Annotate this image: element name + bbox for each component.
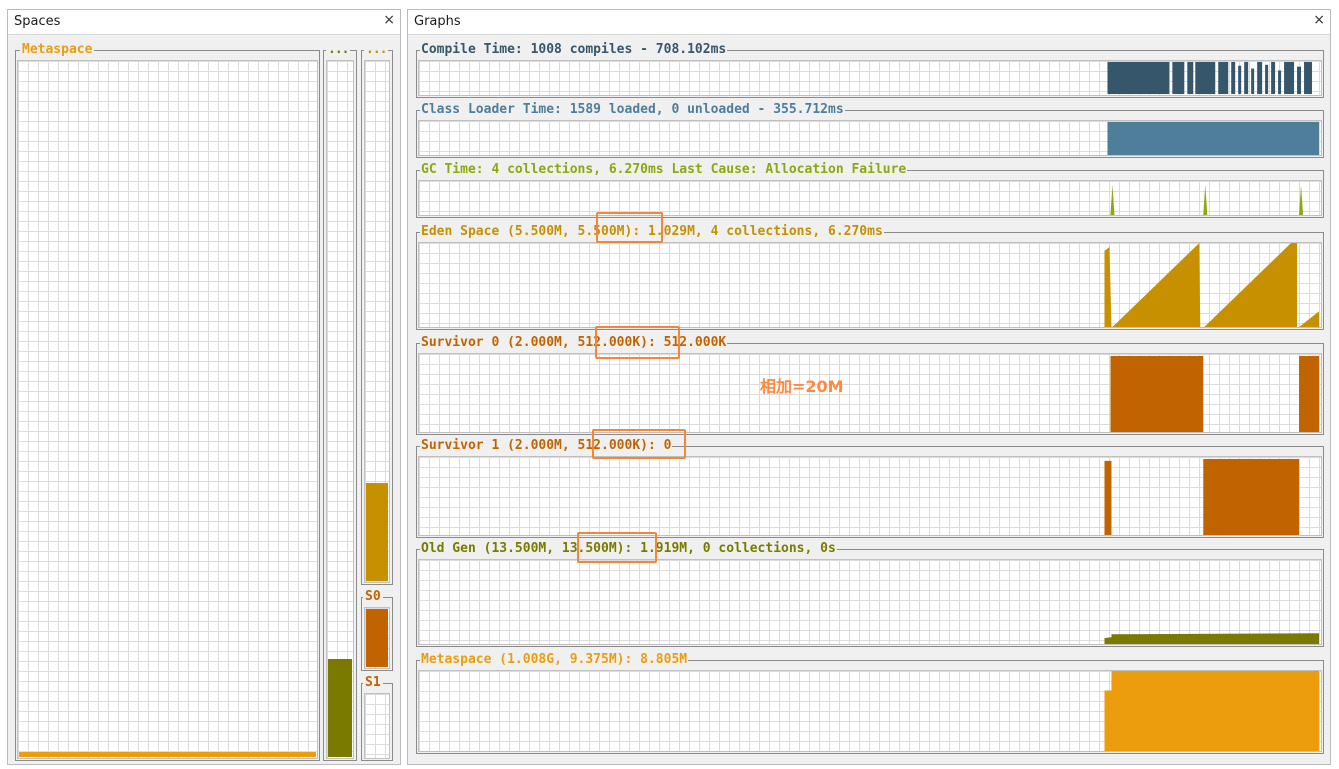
s0-space-frame: S0 — [361, 589, 393, 671]
metaspace-graph-label: Metaspace (1.008G, 9.375M): 8.805M — [420, 652, 689, 668]
class-loader-label: Class Loader Time: 1589 loaded, 0 unload… — [420, 102, 845, 118]
survivor-0-plot — [1110, 355, 1320, 432]
s1-space-label: S1 — [363, 675, 383, 691]
close-icon[interactable]: × — [1313, 12, 1325, 28]
class-loader-graph: Class Loader Time: 1589 loaded, 0 unload… — [416, 102, 1324, 158]
eden-space-frame: ... — [361, 42, 393, 585]
s0-space-grid — [364, 607, 390, 669]
eden-space-graph: Eden Space (5.500M, 5.500M): 1.029M, 4 c… — [416, 224, 1324, 330]
old-gen-plot — [1104, 633, 1320, 644]
s0-space-fill — [366, 609, 388, 667]
eden-capacity-highlight — [596, 212, 663, 243]
compile-time-graph: Compile Time: 1008 compiles - 708.102ms — [416, 42, 1324, 98]
compile-time-grid — [418, 60, 1322, 96]
survivor-1-graph: Survivor 1 (2.000M, 512.000K): 0 — [416, 438, 1324, 538]
eden-space-label: ... — [364, 42, 389, 58]
spaces-title: Spaces — [14, 14, 61, 29]
sum-annotation: 相加=20M — [760, 377, 844, 396]
survivor-1-grid — [418, 456, 1322, 536]
metaspace-graph: Metaspace (1.008G, 9.375M): 8.805M — [416, 652, 1324, 754]
spaces-panel: Spaces × Metaspace ... ... S0 S1 — [7, 9, 401, 765]
old-gen-space-label: ... — [326, 42, 351, 58]
old-gen-space-fill — [328, 659, 352, 757]
old-gen-graph: Old Gen (13.500M, 13.500M): 1.919M, 0 co… — [416, 541, 1324, 647]
graphs-title: Graphs — [414, 14, 461, 29]
eden-space-fill — [366, 483, 388, 581]
old-gen-space-grid — [326, 60, 354, 759]
metaspace-plot — [1104, 671, 1320, 751]
old-gen-grid — [418, 559, 1322, 645]
s1-space-frame: S1 — [361, 675, 393, 761]
metaspace-space-frame: Metaspace — [15, 42, 320, 761]
metaspace-grid — [418, 670, 1322, 752]
compile-time-label: Compile Time: 1008 compiles - 708.102ms — [420, 42, 728, 58]
survivor-0-capacity-highlight — [595, 326, 680, 359]
survivor-1-capacity-highlight — [592, 429, 686, 459]
compile-time-plot — [1107, 61, 1313, 95]
class-loader-plot — [1107, 121, 1320, 155]
old-gen-capacity-highlight — [577, 532, 657, 563]
survivor-0-graph: Survivor 0 (2.000M, 512.000K): 512.000K — [416, 335, 1324, 435]
gc-time-graph: GC Time: 4 collections, 6.270ms Last Cau… — [416, 162, 1324, 218]
close-icon[interactable]: × — [383, 12, 395, 28]
s0-space-label: S0 — [363, 589, 383, 605]
survivor-1-plot — [1104, 458, 1300, 535]
gc-time-label: GC Time: 4 collections, 6.270ms Last Cau… — [420, 162, 908, 178]
graphs-tab[interactable]: Graphs × — [408, 10, 1330, 35]
gc-time-plot — [1110, 184, 1304, 215]
eden-space-plot — [1104, 243, 1320, 327]
s1-space-grid — [364, 693, 390, 759]
class-loader-grid — [418, 120, 1322, 156]
gc-time-grid — [418, 180, 1322, 216]
eden-space-grid — [418, 242, 1322, 328]
metaspace-space-label: Metaspace — [20, 42, 95, 58]
metaspace-space-fill — [19, 752, 316, 757]
metaspace-space-grid — [17, 60, 318, 759]
old-gen-space-frame: ... — [323, 42, 357, 761]
survivor-0-grid — [418, 353, 1322, 433]
survivor-0-label: Survivor 0 (2.000M, 512.000K): 512.000K — [420, 335, 728, 351]
spaces-tab[interactable]: Spaces × — [8, 10, 400, 35]
graphs-panel: Graphs × Compile Time: 1008 compiles - 7… — [407, 9, 1331, 765]
eden-space-grid — [364, 60, 390, 583]
